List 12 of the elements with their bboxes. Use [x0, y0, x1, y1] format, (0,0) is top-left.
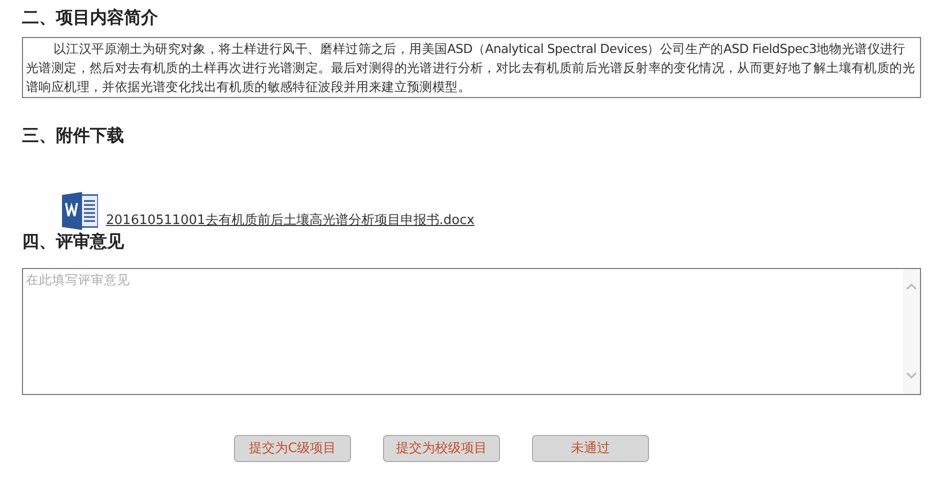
- section-heading: 二、项目内容简介: [22, 7, 159, 30]
- file-link[interactable]: 201610511001去有机质前后土壤高光谱分析项目申报书.docx: [106, 210, 474, 230]
- submit-button[interactable]: 提交为C级项目: [234, 435, 351, 462]
- description-text: 以江汉平原潮土为研究对象，将土样进行风干、磨样过筛之后，用美国ASD（Analytical Spectral Devices）公司生产的ASD FieldSpec3地物光谱仪进行光谱测定，然后对去有机质的土样再次进行光谱测定。最后对测得的光谱进行分析，对比去有机质前后光谱反射率的变化情况，从而更好地了解土壤有机质的光谱响应机理，并依据光谱变化找出有机质的敏感特征波段并用来建立预测模型。: [22, 37, 921, 98]
- section-heading: 三、附件下载: [22, 125, 125, 148]
- scroll-up-icon[interactable]: [906, 283, 917, 290]
- submit-button[interactable]: 提交为校级项目: [383, 435, 500, 462]
- review-field[interactable]: 在此填写评审意见: [22, 268, 921, 395]
- submit-button[interactable]: 未通过: [532, 435, 649, 462]
- scroll-down-icon[interactable]: [906, 372, 917, 379]
- word-document-icon[interactable]: [60, 192, 98, 230]
- section-heading: 四、评审意见: [22, 231, 125, 254]
